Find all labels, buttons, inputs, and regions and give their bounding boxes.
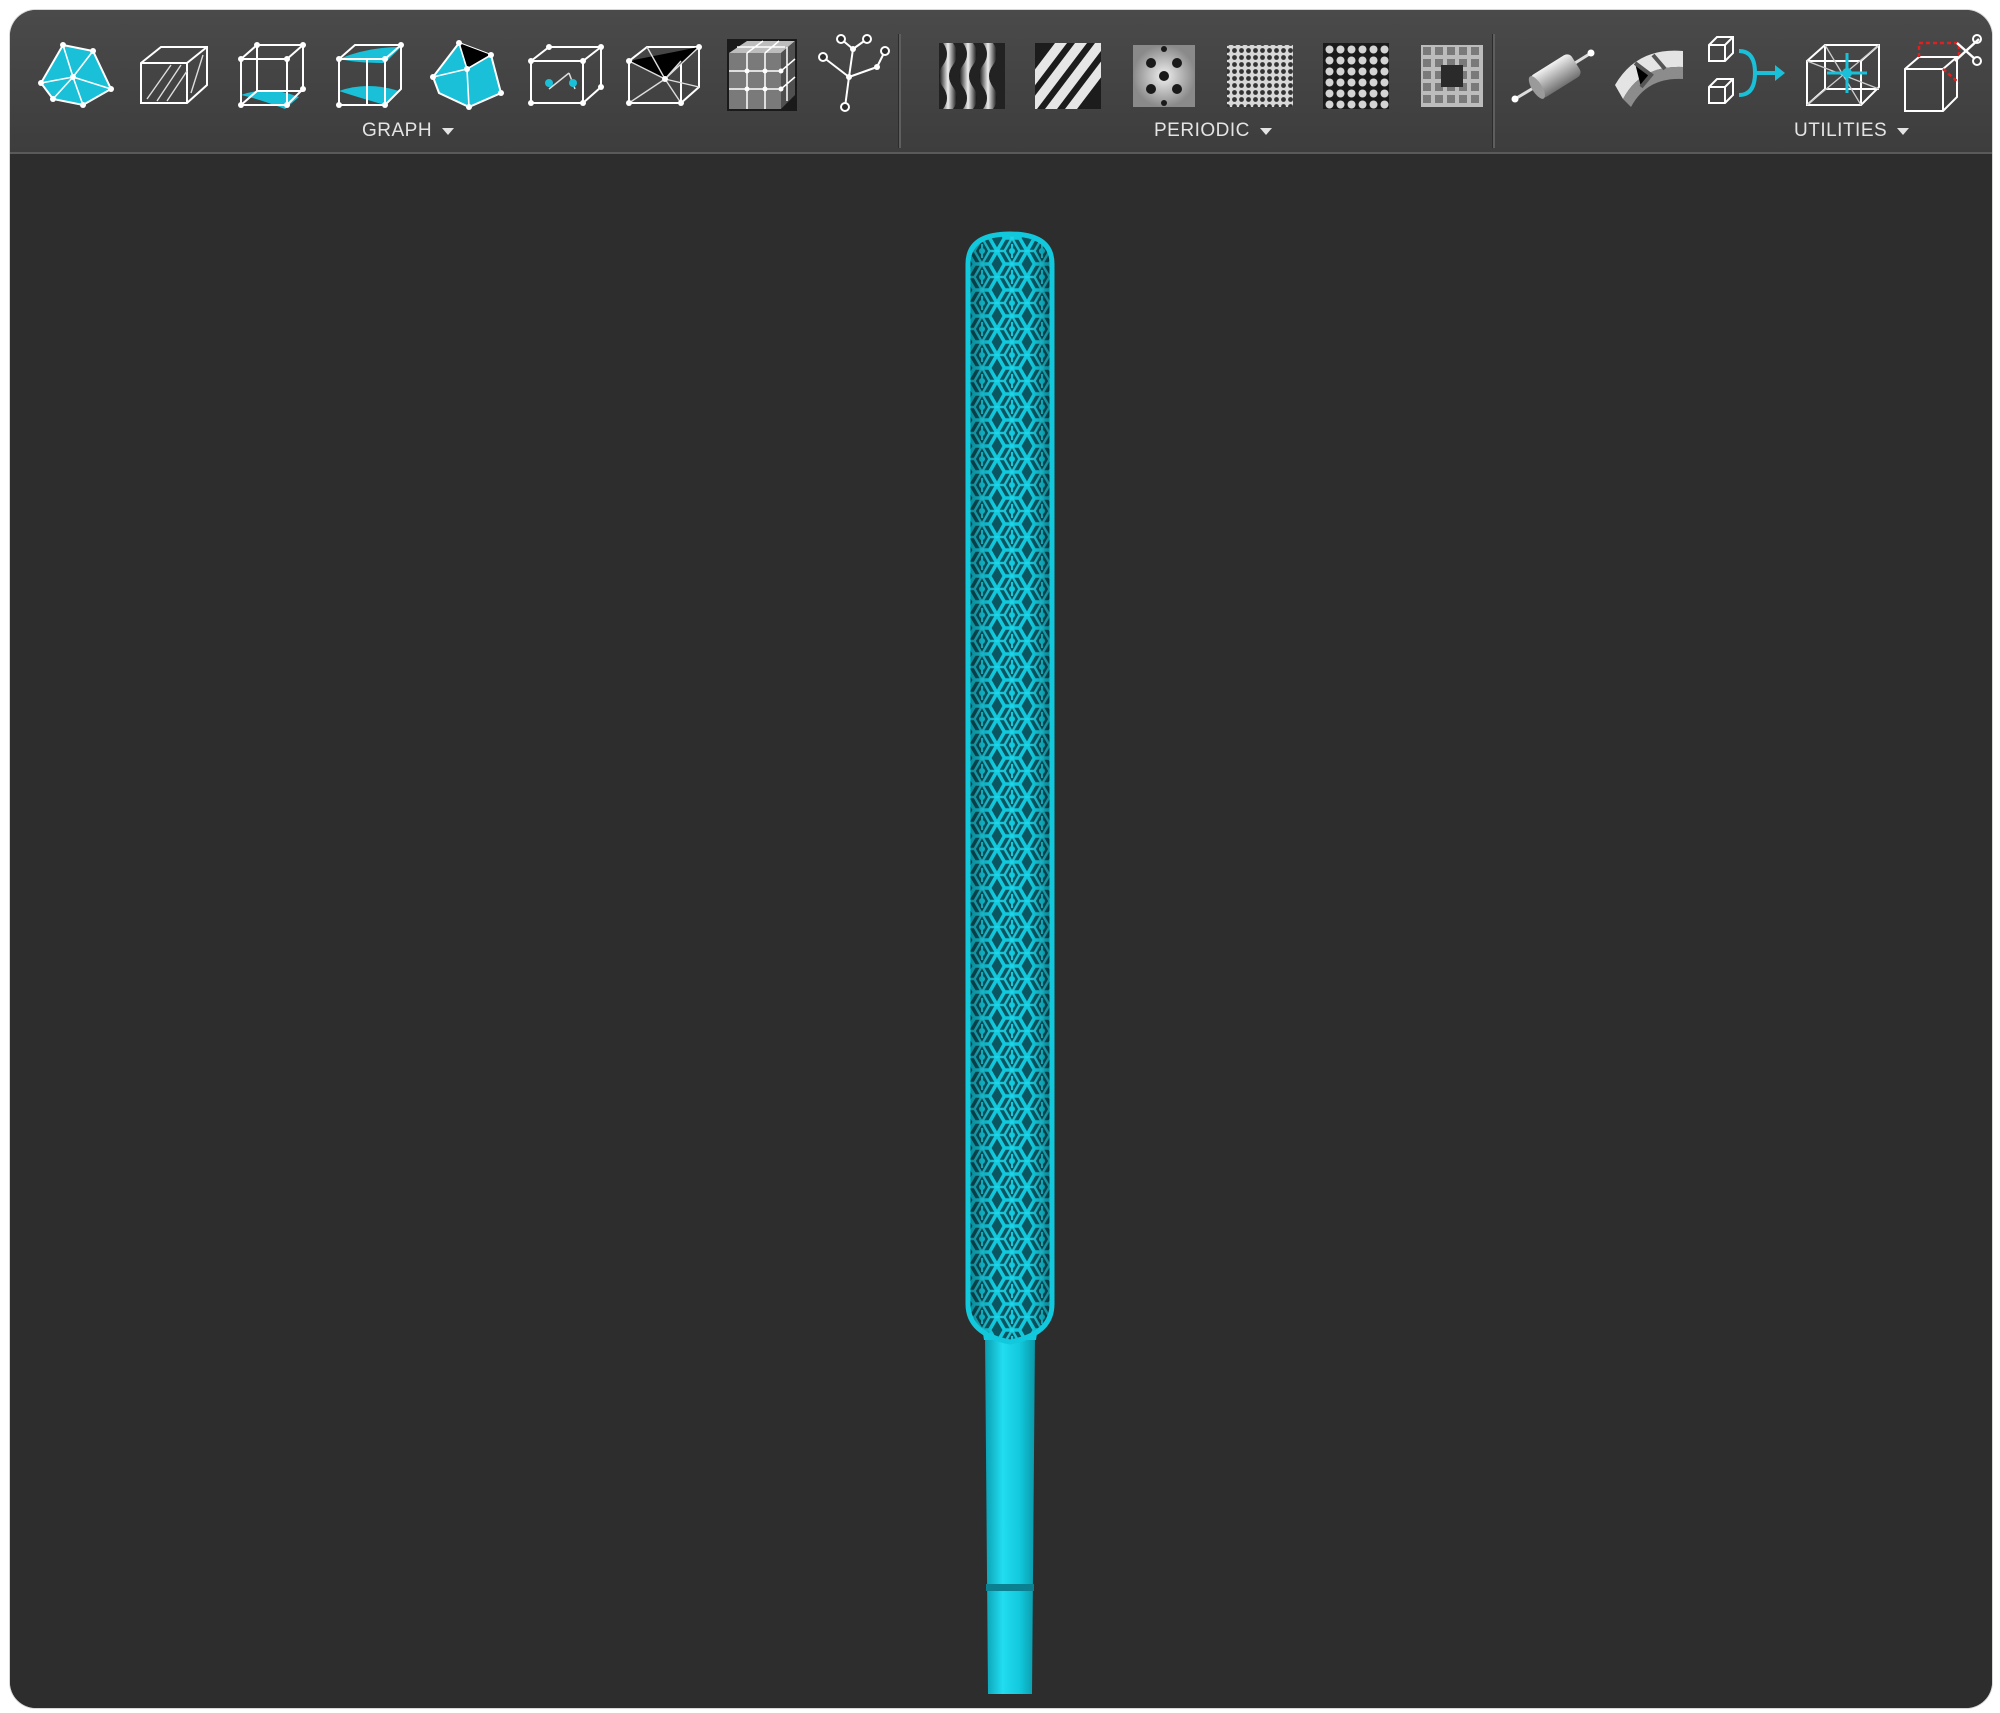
tool-voronoi-surface[interactable] bbox=[424, 32, 510, 118]
utilities-group: UTILITIES bbox=[1494, 10, 1992, 152]
stripe-pattern-icon bbox=[1035, 43, 1101, 109]
tool-strut-cylinder[interactable] bbox=[1510, 32, 1596, 118]
tool-wave-pattern[interactable] bbox=[928, 32, 1014, 118]
ribbon-toolbar: GRAPH PERIODIC UTILITIES bbox=[10, 10, 1992, 154]
surface-lattice-icon bbox=[336, 42, 404, 108]
trim-lattice-icon bbox=[1904, 34, 1982, 112]
conformal-lattice-icon bbox=[238, 42, 306, 109]
tool-grid-lattice[interactable] bbox=[718, 32, 804, 118]
voronoi-surface-icon bbox=[430, 40, 504, 110]
surface-graph-icon bbox=[38, 42, 114, 108]
strut-cylinder-icon bbox=[1511, 49, 1595, 103]
merge-lattice-icon bbox=[1708, 36, 1785, 104]
lattice-model bbox=[965, 231, 1055, 1694]
custom-graph-icon bbox=[818, 34, 890, 112]
dot-pattern-icon bbox=[1133, 45, 1195, 107]
tool-dot-pattern[interactable] bbox=[1120, 32, 1206, 118]
tool-fine-grid-pattern[interactable] bbox=[1216, 32, 1302, 118]
tool-square-pattern[interactable] bbox=[1408, 32, 1494, 118]
caret-down-icon bbox=[1259, 127, 1272, 135]
tool-surface-graph[interactable] bbox=[32, 32, 118, 118]
periodic-group: PERIODIC bbox=[900, 10, 1492, 152]
tetrahedral-lattice-icon bbox=[626, 44, 702, 106]
planar-lattice-icon bbox=[140, 46, 208, 104]
tool-node-edit[interactable] bbox=[1800, 32, 1886, 118]
tool-hole-grid-pattern[interactable] bbox=[1312, 32, 1398, 118]
tool-trim-lattice[interactable] bbox=[1898, 32, 1984, 118]
tool-custom-graph[interactable] bbox=[806, 32, 892, 118]
solid-shaft bbox=[985, 1334, 1035, 1694]
tool-stripe-pattern[interactable] bbox=[1024, 32, 1110, 118]
fine-grid-pattern-icon bbox=[1227, 45, 1293, 107]
caret-down-icon bbox=[442, 127, 455, 135]
wave-pattern-icon bbox=[939, 43, 1005, 109]
tool-conformal-lattice[interactable] bbox=[228, 32, 314, 118]
volume-lattice-icon bbox=[528, 44, 604, 106]
tool-merge-lattice[interactable] bbox=[1702, 32, 1788, 118]
caret-down-icon bbox=[1897, 127, 1910, 135]
graph-group: GRAPH bbox=[10, 10, 898, 152]
utilities-group-menu[interactable]: UTILITIES bbox=[1794, 120, 1910, 142]
3d-viewport[interactable] bbox=[10, 154, 1992, 1708]
tool-thicken-surface[interactable] bbox=[1606, 32, 1692, 118]
grid-lattice-icon bbox=[727, 39, 797, 111]
graph-group-label: GRAPH bbox=[362, 120, 433, 141]
thicken-surface-icon bbox=[1615, 50, 1683, 107]
hole-grid-pattern-icon bbox=[1323, 43, 1389, 109]
node-edit-icon bbox=[1806, 44, 1880, 106]
graph-group-menu[interactable]: GRAPH bbox=[362, 120, 455, 142]
tool-planar-lattice[interactable] bbox=[130, 32, 216, 118]
periodic-group-menu[interactable]: PERIODIC bbox=[1154, 120, 1272, 142]
square-pattern-icon bbox=[1421, 45, 1483, 107]
tool-tetrahedral-lattice[interactable] bbox=[620, 32, 706, 118]
tool-surface-lattice[interactable] bbox=[326, 32, 412, 118]
app-window: GRAPH PERIODIC UTILITIES bbox=[10, 10, 1992, 1708]
periodic-group-label: PERIODIC bbox=[1154, 120, 1250, 141]
tool-volume-lattice[interactable] bbox=[522, 32, 608, 118]
utilities-group-label: UTILITIES bbox=[1794, 120, 1888, 141]
